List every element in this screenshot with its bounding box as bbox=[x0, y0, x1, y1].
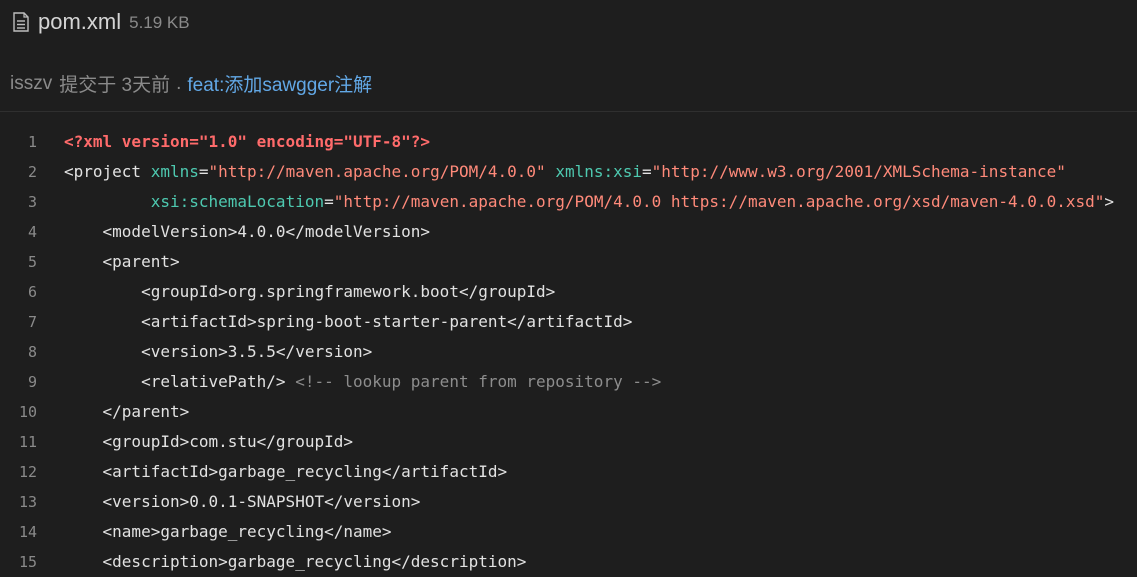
code-token: <groupId>org.springframework.boot</group… bbox=[64, 282, 556, 301]
code-text: <groupId>org.springframework.boot</group… bbox=[64, 277, 555, 307]
code-line: 9 <relativePath/> <!-- lookup parent fro… bbox=[0, 367, 1137, 397]
line-number: 11 bbox=[18, 433, 37, 451]
line-number: 6 bbox=[27, 283, 37, 301]
code-token: <!-- lookup parent from repository --> bbox=[295, 372, 662, 391]
code-text: <parent> bbox=[64, 247, 180, 277]
line-number: 2 bbox=[27, 163, 37, 181]
code-line: 8 <version>3.5.5</version> bbox=[0, 337, 1137, 367]
file-size: 5.19 KB bbox=[129, 13, 190, 32]
code-token: > bbox=[1104, 192, 1114, 211]
code-token: <project bbox=[64, 162, 151, 181]
code-line: 11 <groupId>com.stu</groupId> bbox=[0, 427, 1137, 457]
code-token: <?xml version="1.0" encoding="UTF-8"?> bbox=[64, 132, 431, 151]
code-token: <name>garbage_recycling</name> bbox=[64, 522, 392, 541]
code-token: = bbox=[324, 192, 334, 211]
code-viewer: 1 <?xml version="1.0" encoding="UTF-8"?> 2… bbox=[0, 127, 1137, 577]
divider bbox=[0, 111, 1137, 112]
code-token: xmlns bbox=[150, 162, 199, 181]
commit-time: 提交于 3天前 bbox=[59, 75, 171, 96]
code-line: 6 <groupId>org.springframework.boot</gro… bbox=[0, 277, 1137, 307]
line-number: 10 bbox=[18, 403, 37, 421]
code-token: <modelVersion>4.0.0</modelVersion> bbox=[64, 222, 431, 241]
code-token: <groupId>com.stu</groupId> bbox=[64, 432, 353, 451]
code-text: <?xml version="1.0" encoding="UTF-8"?> bbox=[64, 127, 430, 157]
code-token: <version>3.5.5</version> bbox=[64, 342, 373, 361]
line-number: 5 bbox=[27, 253, 37, 271]
code-text: <relativePath/> <!-- lookup parent from … bbox=[64, 367, 661, 397]
code-token: </parent> bbox=[64, 402, 190, 421]
code-token: <artifactId>garbage_recycling</artifactI… bbox=[64, 462, 508, 481]
code-text: <artifactId>garbage_recycling</artifactI… bbox=[64, 457, 508, 487]
code-line: 14 <name>garbage_recycling</name> bbox=[0, 517, 1137, 547]
code-token: xmlns:xsi bbox=[555, 162, 643, 181]
line-number: 13 bbox=[18, 493, 37, 511]
code-line: 1 <?xml version="1.0" encoding="UTF-8"?> bbox=[0, 127, 1137, 157]
code-text: <project xmlns="http://maven.apache.org/… bbox=[64, 157, 1066, 187]
commit-separator: . bbox=[176, 72, 182, 94]
commit-info: isszv 提交于 3天前 . feat:添加sawgger注解 bbox=[10, 70, 372, 97]
code-text: <modelVersion>4.0.0</modelVersion> bbox=[64, 217, 431, 247]
code-text: <name>garbage_recycling</name> bbox=[64, 517, 392, 547]
line-number: 1 bbox=[27, 133, 37, 151]
line-number: 15 bbox=[18, 553, 37, 571]
code-line: 5 <parent> bbox=[0, 247, 1137, 277]
code-text: <artifactId>spring-boot-starter-parent</… bbox=[64, 307, 632, 337]
line-number: 3 bbox=[27, 193, 37, 211]
code-line: 4 <modelVersion>4.0.0</modelVersion> bbox=[0, 217, 1137, 247]
code-token: = bbox=[198, 162, 209, 181]
code-token: "http://www.w3.org/2001/XMLSchema-instan… bbox=[651, 162, 1066, 181]
file-header: pom.xml 5.19 KB bbox=[12, 8, 190, 36]
line-number: 12 bbox=[18, 463, 37, 481]
code-text: </parent> bbox=[64, 397, 190, 427]
line-number: 7 bbox=[27, 313, 37, 331]
code-token: <version>0.0.1-SNAPSHOT</version> bbox=[64, 492, 421, 511]
code-line: 15 <description>garbage_recycling</descr… bbox=[0, 547, 1137, 577]
file-lines-icon bbox=[12, 12, 30, 32]
code-line: 10 </parent> bbox=[0, 397, 1137, 427]
code-text: <groupId>com.stu</groupId> bbox=[64, 427, 353, 457]
code-token: <relativePath/> bbox=[64, 372, 296, 391]
line-number: 9 bbox=[27, 373, 37, 391]
code-line: 2 <project xmlns="http://maven.apache.org… bbox=[0, 157, 1137, 187]
commit-message-link[interactable]: feat:添加sawgger注解 bbox=[187, 70, 372, 97]
file-name: pom.xml bbox=[38, 9, 122, 34]
line-number: 14 bbox=[18, 523, 37, 541]
code-token: "http://maven.apache.org/POM/4.0.0" bbox=[208, 162, 546, 181]
code-token: xsi:schemaLocation bbox=[150, 192, 325, 211]
code-line: 7 <artifactId>spring-boot-starter-parent… bbox=[0, 307, 1137, 337]
code-line: 13 <version>0.0.1-SNAPSHOT</version> bbox=[0, 487, 1137, 517]
code-line: 12 <artifactId>garbage_recycling</artifa… bbox=[0, 457, 1137, 487]
code-token: <description>garbage_recycling</descript… bbox=[64, 552, 527, 571]
code-token: <parent> bbox=[64, 252, 180, 271]
code-token: = bbox=[642, 162, 652, 181]
code-text: <description>garbage_recycling</descript… bbox=[64, 547, 527, 577]
code-text: <version>0.0.1-SNAPSHOT</version> bbox=[64, 487, 421, 517]
code-token: "http://maven.apache.org/POM/4.0.0 https… bbox=[333, 192, 1105, 211]
code-token: <artifactId>spring-boot-starter-parent</… bbox=[64, 312, 633, 331]
line-number: 8 bbox=[27, 343, 37, 361]
line-number: 4 bbox=[27, 223, 37, 241]
code-text: <version>3.5.5</version> bbox=[64, 337, 372, 367]
code-line: 3 xsi:schemaLocation="http://maven.apach… bbox=[0, 187, 1137, 217]
code-text: xsi:schemaLocation="http://maven.apache.… bbox=[64, 187, 1114, 217]
commit-author[interactable]: isszv bbox=[10, 73, 52, 95]
